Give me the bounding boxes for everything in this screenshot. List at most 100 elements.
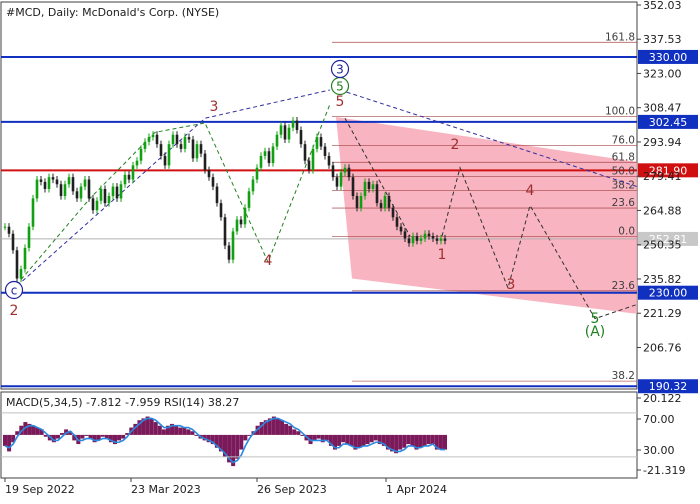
candle-body [183, 137, 187, 149]
macd-histogram-bar [312, 434, 317, 441]
candle-body [391, 207, 395, 218]
candle-body [339, 172, 343, 187]
candle-body [87, 179, 91, 199]
candle-body [135, 160, 139, 166]
candle-body [371, 184, 375, 189]
candle-body [211, 177, 215, 187]
macd-histogram-bar [430, 434, 435, 445]
candle-body [223, 217, 227, 246]
macd-histogram-bar [349, 434, 354, 446]
candle-body [167, 144, 171, 166]
candle-body [83, 179, 87, 187]
macd-histogram-bar [186, 429, 191, 435]
candle-body [443, 238, 447, 241]
indicator-title: MACD(5,34,5) -7.812 -7.959 RSI(14) 38.27 [6, 396, 239, 409]
macd-histogram-bar [426, 434, 431, 445]
macd-histogram-bar [373, 434, 378, 441]
candle-body [207, 170, 211, 178]
candle-body [195, 144, 199, 159]
candle-body [255, 167, 259, 180]
candle-body [43, 181, 47, 189]
candle-body [295, 120, 299, 131]
candle-body [335, 177, 339, 187]
candle-body [147, 137, 151, 142]
candle-body [119, 184, 123, 199]
candle-body [279, 125, 283, 135]
y-tick-label: 206.76 [643, 341, 682, 354]
macd-histogram-bar [161, 429, 166, 435]
macd-histogram-bar [288, 425, 293, 435]
x-tick-label: 26 Sep 2023 [257, 483, 327, 496]
candle-body [7, 226, 11, 234]
y-tick-label: 279.41 [643, 170, 682, 183]
macd-histogram-bar [361, 434, 366, 446]
macd-histogram-bar [345, 434, 350, 445]
fib-level-label: 50.0 [612, 165, 635, 177]
candle-body [387, 196, 391, 208]
y-tick-label: 70.00 [643, 413, 675, 426]
wave-label: c [11, 284, 18, 298]
candle-body [191, 139, 195, 159]
y-tick-label: 264.88 [643, 204, 682, 217]
candle-body [267, 151, 271, 164]
candle-body [63, 184, 67, 197]
candle-body [139, 148, 143, 161]
candle-body [199, 144, 203, 154]
macd-histogram-bar [438, 434, 443, 450]
candle-body [47, 177, 51, 189]
fib-level-label: 76.0 [612, 134, 635, 146]
candle-body [383, 196, 387, 208]
candle-body [187, 137, 191, 140]
candle-body [275, 134, 279, 147]
candle-body [103, 188, 107, 204]
macd-histogram-bar [7, 434, 12, 452]
candle-body [303, 144, 307, 161]
wave-label: 1 [438, 247, 447, 263]
candle-body [27, 226, 31, 248]
candle-body [343, 167, 347, 173]
candle-body [439, 238, 443, 241]
candle-body [403, 231, 407, 239]
macd-histogram-bar [190, 431, 195, 435]
candle-body [283, 125, 287, 140]
candle-body [235, 219, 239, 232]
candle-body [435, 238, 439, 241]
candle-body [307, 160, 311, 171]
candle-body [431, 236, 435, 239]
y-tick-label: 337.53 [643, 33, 682, 46]
macd-histogram-bar [324, 434, 329, 441]
candle-body [315, 137, 319, 149]
candle-body [359, 196, 363, 208]
macd-histogram-bar [84, 434, 89, 436]
y-tick-label: 235.82 [643, 273, 682, 286]
macd-histogram-bar [182, 427, 187, 435]
fib-level-label: 38.2 [612, 180, 635, 192]
candle-body [227, 245, 231, 260]
candle-body [111, 186, 115, 197]
candle-body [239, 219, 243, 225]
candle-body [363, 181, 367, 197]
macd-histogram-bar [239, 434, 244, 450]
candle-body [159, 144, 163, 156]
macd-histogram-bar [369, 434, 374, 443]
macd-histogram-bar [357, 434, 362, 448]
candle-body [291, 120, 295, 128]
macd-histogram-bar [341, 434, 346, 443]
wave-label: 3 [210, 99, 219, 115]
y-tick-label: 352.03 [643, 0, 682, 12]
candle-body [231, 231, 235, 260]
candle-body [19, 269, 23, 279]
macd-histogram-bar [157, 425, 162, 435]
macd-histogram-bar [337, 434, 342, 446]
candle-body [131, 165, 135, 180]
x-tick-label: 23 Mar 2023 [131, 483, 201, 496]
candle-body [411, 236, 415, 244]
candle-body [163, 155, 167, 166]
chart-root: 330.00 302.45 281.90 230.00 190.32 252.81 161… [0, 0, 700, 500]
candle-body [35, 179, 39, 199]
wave-label: 2 [10, 303, 19, 319]
candle-body [419, 238, 423, 241]
candle-body [127, 174, 131, 180]
candle-body [151, 134, 155, 138]
fib-level-label: 100.0 [605, 105, 635, 117]
